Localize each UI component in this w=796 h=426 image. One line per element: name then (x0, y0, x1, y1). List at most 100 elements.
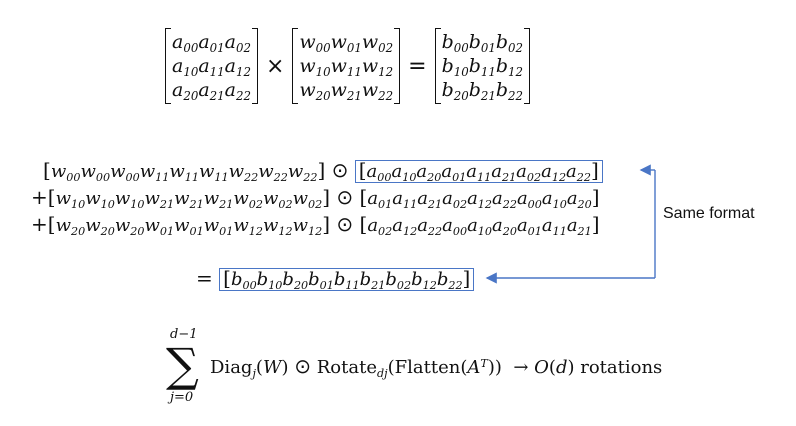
w-entry: w01 (174, 215, 204, 238)
b-entry: b10 (256, 269, 283, 292)
same-format-label: Same format (663, 205, 755, 222)
w-entry: w20 (85, 215, 115, 238)
w-entry: w22 (258, 161, 288, 184)
a-entry: a21 (566, 215, 592, 238)
w-entry: w11 (139, 161, 170, 184)
a-entry: a20 (416, 161, 442, 184)
matrix-b: b00b01b02 b10b11b12 b20b21b22 (434, 28, 531, 104)
a-entry: a22 (492, 188, 517, 211)
matrix-a-entry: a12 (224, 55, 251, 80)
matrix-b-entry: b00 (441, 31, 469, 56)
matrix-w-entry: w12 (361, 55, 394, 80)
a-entry: a20 (566, 188, 592, 211)
boxed-a-vector: [a00a10a20a01a11a21a02a12a22] (354, 158, 603, 184)
formula-expression: Diagj(W) ⊙ Rotatedj(Flatten(AT)) → O(d) … (210, 354, 663, 380)
matrix-equation: a00a01a02 a10a11a12 a20a21a22 × w00w01w02 w… (165, 28, 531, 104)
a-entry: a12 (467, 188, 492, 211)
matrix-a: a00a01a02 a10a11a12 a20a21a22 (165, 28, 258, 104)
w-entry: w22 (228, 161, 259, 184)
b-entry: b20 (282, 269, 309, 292)
matrix-w-entry: w11 (330, 55, 362, 80)
w-entry: w01 (144, 215, 175, 238)
b-entry: b00 (230, 269, 257, 292)
a-symbol: A (467, 357, 481, 378)
w-entry: w10 (114, 188, 145, 211)
matrix-a-row: a00a01a02 (172, 30, 251, 54)
a-entry: a02 (367, 215, 393, 238)
a-entry: a02 (516, 161, 542, 184)
w-entry: w12 (233, 215, 263, 238)
w-entry: w12 (292, 215, 323, 238)
hadamard-operator: ⊙ (330, 212, 360, 236)
d-symbol: d (555, 357, 568, 378)
matrix-a-entry: a10 (172, 55, 199, 80)
matrix-w-row: w00w01w02 (299, 30, 393, 54)
diagonal-row: +[w10w10w10w21w21w21w02w02w02] ⊙ [a01a11… (31, 185, 600, 211)
matrix-a-entry: a01 (198, 31, 225, 56)
matrix-b-entry: b10 (441, 55, 469, 80)
arrow-symbol: → (513, 357, 529, 378)
matrix-a-entry: a21 (198, 79, 225, 104)
matrix-b-entry: b11 (468, 55, 496, 80)
a-entry: a11 (541, 215, 567, 238)
rotate-subscript: dj (376, 366, 388, 380)
b-entry: b21 (359, 269, 386, 292)
w-entry: w12 (262, 215, 293, 238)
w-entry: w02 (262, 188, 293, 211)
w-entry: w20 (114, 215, 145, 238)
a-vector: [a02a12a22a00a10a20a01a11a21] (359, 212, 600, 238)
plus-operator: + (31, 185, 48, 209)
diagonal-row: [w00w00w00w11w11w11w22w22w22] ⊙ [a00a10a… (43, 158, 603, 184)
plus-operator: + (31, 212, 48, 236)
w-entry: w20 (55, 215, 86, 238)
matrix-w-entry: w02 (361, 31, 394, 56)
hadamard-operator: ⊙ (325, 158, 355, 182)
w-entry: w00 (110, 161, 140, 184)
a-entry: a11 (392, 188, 418, 211)
diag-text: Diag (210, 357, 253, 378)
a-entry: a12 (392, 215, 418, 238)
matrix-a-entry: a02 (224, 31, 251, 56)
matrix-w: w00w01w02 w10w11w12 w20w21w22 (292, 28, 400, 104)
matrix-a-entry: a20 (172, 79, 199, 104)
a-entry: a10 (541, 188, 567, 211)
flatten-text: Flatten (394, 357, 461, 378)
equals-operator: = (196, 266, 220, 290)
matrix-w-entry: w20 (299, 79, 331, 104)
diagonal-row: +[w20w20w20w01w01w01w12w12w12] ⊙ [a02a12… (31, 212, 600, 238)
w-symbol: W (262, 357, 282, 378)
a-entry: a02 (442, 188, 468, 211)
matrix-b-row: b10b11b12 (442, 54, 523, 78)
a-entry: a21 (491, 161, 517, 184)
a-entry: a01 (441, 161, 467, 184)
a-entry: a22 (417, 215, 443, 238)
times-operator: × (265, 53, 285, 79)
a-entry: a01 (516, 215, 542, 238)
matrix-a-entry: a11 (198, 55, 225, 80)
matrix-a-row: a10a11a12 (172, 54, 251, 78)
matrix-w-row: w20w21w22 (299, 78, 393, 102)
a-entry: a10 (467, 215, 492, 238)
matrix-w-entry: w10 (299, 55, 331, 80)
b-entry: b02 (385, 269, 412, 292)
matrix-w-entry: w00 (299, 31, 331, 56)
matrix-b-entry: b12 (495, 55, 524, 80)
matrix-b-row: b00b01b02 (442, 30, 523, 54)
matrix-a-row: a20a21a22 (172, 78, 251, 102)
matrix-b-entry: b02 (495, 31, 524, 56)
b-entry: b11 (333, 269, 360, 292)
matrix-b-entry: b01 (468, 31, 496, 56)
hadamard-operator: ⊙ (294, 354, 311, 378)
a-entry: a20 (492, 215, 517, 238)
w-entry: w21 (174, 188, 204, 211)
matrix-a-entry: a00 (172, 31, 199, 56)
result-row: = [b00b10b20b01b11b21b02b12b22] (196, 266, 475, 292)
b-entry: b22 (436, 269, 463, 292)
sigma-symbol: ∑ (166, 338, 199, 392)
rotate-text: Rotate (316, 357, 377, 378)
w-entry: w11 (169, 161, 199, 184)
a-entry: a22 (566, 161, 591, 184)
a-entry: a11 (466, 161, 492, 184)
w-entry: w11 (198, 161, 229, 184)
a-entry: a01 (367, 188, 393, 211)
